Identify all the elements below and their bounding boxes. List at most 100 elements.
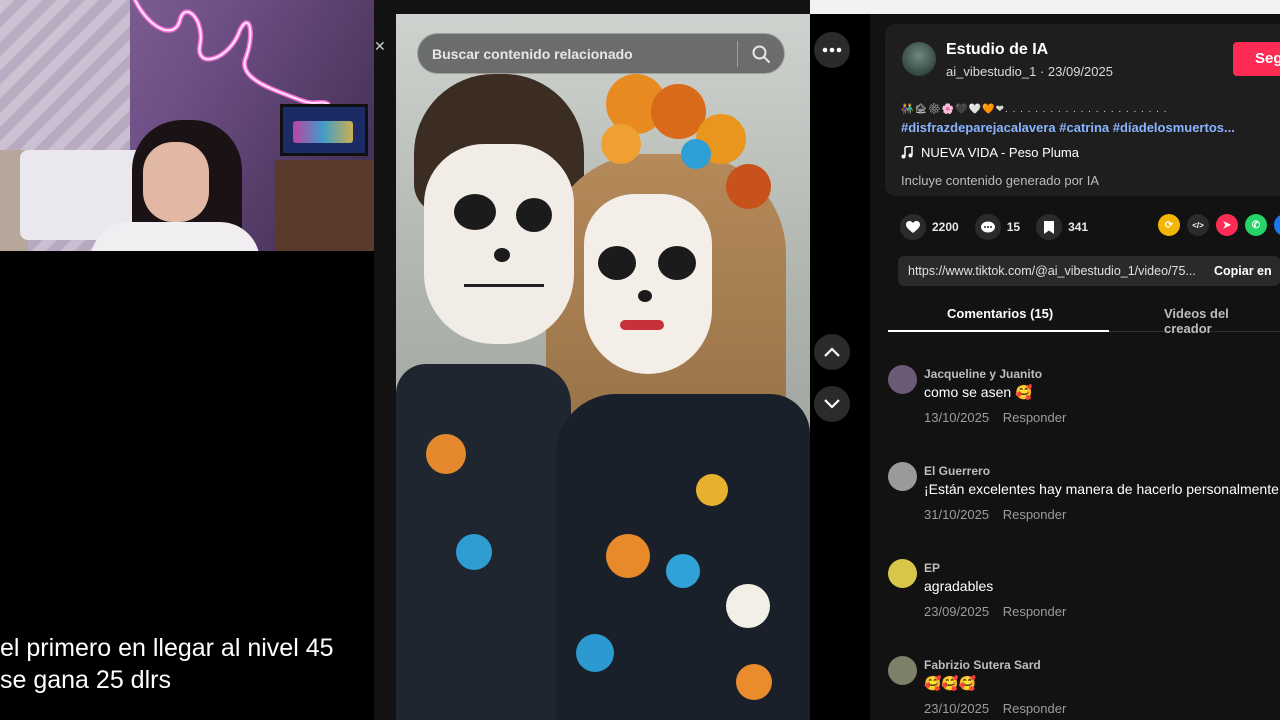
comment-text: agradables — [924, 578, 994, 594]
next-video-button[interactable] — [814, 386, 850, 422]
more-options-button[interactable] — [814, 32, 850, 68]
reply-button[interactable]: Responder — [1003, 507, 1067, 522]
follow-button[interactable]: Seg — [1233, 42, 1280, 76]
more-dots-icon — [822, 47, 842, 53]
tab-comments[interactable]: Comentarios (15) — [947, 306, 1053, 321]
caption-hashtags[interactable]: #disfrazdeparejacalavera #catrina #díade… — [901, 120, 1235, 135]
man-eye-left — [454, 194, 496, 230]
woman-eye-left — [598, 246, 636, 280]
flower-crown-red — [726, 164, 771, 209]
embroidery-flower — [736, 664, 772, 700]
search-icon[interactable] — [738, 45, 784, 63]
embroidery-flower — [666, 554, 700, 588]
woman-catrina-face — [584, 194, 712, 374]
comment-avatar[interactable] — [888, 365, 917, 394]
comment-meta: 23/09/2025 Responder — [924, 604, 1076, 619]
active-tab-indicator — [888, 330, 1109, 332]
embroidery-flower — [426, 434, 466, 474]
embed-icon[interactable]: </> — [1187, 214, 1209, 236]
woman-eye-right — [658, 246, 696, 280]
chevron-down-icon — [824, 399, 840, 409]
subtitle-line-2: se gana 25 dlrs — [0, 666, 171, 694]
webcam-monitor — [280, 104, 368, 156]
embroidery-flower — [576, 634, 614, 672]
comment-date: 23/10/2025 — [924, 701, 990, 716]
comment-username[interactable]: EP — [924, 561, 940, 575]
send-icon[interactable]: ➤ — [1216, 214, 1238, 236]
tab-creator-videos[interactable]: Videos del creador — [1164, 306, 1280, 336]
reply-button[interactable]: Responder — [1003, 701, 1067, 716]
video-container: ✕ Buscar contenido relacionado — [374, 0, 810, 720]
panel-tabs: Comentarios (15) Videos del creador — [888, 302, 1280, 336]
streamer-face — [143, 142, 209, 222]
man-nose — [494, 248, 510, 262]
comment-meta: 31/10/2025 Responder — [924, 507, 1076, 522]
comment-avatar[interactable] — [888, 656, 917, 685]
comment-text: como se asen 🥰 — [924, 384, 1033, 400]
save-button[interactable]: 341 — [1036, 214, 1088, 240]
embroidery-flower — [606, 534, 650, 578]
comment-username[interactable]: Jacqueline y Juanito — [924, 367, 1042, 381]
webcam-feed — [0, 0, 374, 251]
music-note-icon — [901, 146, 913, 159]
screen: el primero en llegar al nivel 45 se gana… — [0, 0, 1280, 720]
comment-username[interactable]: Fabrizio Sutera Sard — [924, 658, 1041, 672]
comment-date: 23/09/2025 — [924, 604, 990, 619]
reply-button[interactable]: Responder — [1003, 410, 1067, 425]
music-label: NUEVA VIDA - Peso Pluma — [921, 145, 1079, 160]
copy-link-row: https://www.tiktok.com/@ai_vibestudio_1/… — [898, 256, 1280, 286]
comment-username[interactable]: El Guerrero — [924, 464, 990, 478]
chevron-up-icon — [824, 347, 840, 357]
comment-meta: 13/10/2025 Responder — [924, 410, 1076, 425]
related-search-bar[interactable]: Buscar contenido relacionado — [417, 33, 785, 74]
reply-button[interactable]: Responder — [1003, 604, 1067, 619]
webcam-desk — [275, 160, 374, 251]
streamer-body — [90, 222, 260, 251]
save-count: 341 — [1068, 220, 1089, 234]
creator-name[interactable]: Estudio de IA — [946, 41, 1048, 59]
comment-count: 15 — [1006, 220, 1021, 234]
woman-nose — [638, 290, 652, 302]
details-panel: Estudio de IA ai_vibestudio_1 · 23/09/20… — [870, 14, 1280, 720]
copy-link-button[interactable]: Copiar en — [1204, 264, 1272, 278]
share-icons: ⟳ </> ➤ ✆ f — [1158, 214, 1280, 236]
flower-crown-blue — [681, 139, 711, 169]
comment-date: 13/10/2025 — [924, 410, 990, 425]
creator-meta: ai_vibestudio_1 · 23/09/2025 — [946, 64, 1113, 79]
subtitle-line-1: el primero en llegar al nivel 45 — [0, 634, 334, 662]
comment-avatar[interactable] — [888, 462, 917, 491]
ai-generated-note: Incluye contenido generado por IA — [901, 173, 1100, 188]
comment-avatar[interactable] — [888, 559, 917, 588]
like-count: 2200 — [932, 220, 959, 234]
comment-date: 31/10/2025 — [924, 507, 990, 522]
woman-lips — [620, 320, 664, 330]
repost-icon[interactable]: ⟳ — [1158, 214, 1180, 236]
man-skull-face — [424, 144, 574, 344]
video-url[interactable]: https://www.tiktok.com/@ai_vibestudio_1/… — [898, 264, 1204, 278]
bookmark-icon — [1036, 214, 1063, 240]
whatsapp-icon[interactable]: ✆ — [1245, 214, 1267, 236]
previous-video-button[interactable] — [814, 334, 850, 370]
close-icon[interactable]: ✕ — [374, 38, 386, 55]
comment-button[interactable]: 15 — [974, 214, 1021, 240]
stream-subtitle: el primero en llegar al nivel 45 se gana… — [0, 632, 374, 696]
engagement-stats: 2200 15 341 — [900, 214, 1104, 240]
comment-meta: 23/10/2025 Responder — [924, 701, 1076, 716]
comment-text: ¡Están excelentes hay manera de hacerlo … — [924, 481, 1280, 497]
flower-crown-yellow — [601, 124, 641, 164]
search-input[interactable]: Buscar contenido relacionado — [418, 46, 737, 62]
man-eye-right — [516, 198, 552, 232]
music-link[interactable]: NUEVA VIDA - Peso Pluma — [901, 145, 1079, 160]
man-mouth — [464, 284, 544, 287]
embroidery-flower — [726, 584, 770, 628]
embroidery-flower — [456, 534, 492, 570]
like-button[interactable]: 2200 — [900, 214, 959, 240]
facebook-icon[interactable]: f — [1274, 214, 1280, 236]
post-info-card: Estudio de IA ai_vibestudio_1 · 23/09/20… — [885, 24, 1280, 196]
creator-avatar[interactable] — [902, 42, 936, 76]
heart-icon — [900, 214, 926, 240]
caption-emoji-line: 👫🏚⚙🌸🖤🤍🧡❤. . . . . . . . . . . . . . . . … — [901, 104, 1168, 115]
embroidery-flower — [696, 474, 728, 506]
comment-text: 🥰🥰🥰 — [924, 675, 977, 691]
video-player[interactable] — [396, 14, 810, 720]
